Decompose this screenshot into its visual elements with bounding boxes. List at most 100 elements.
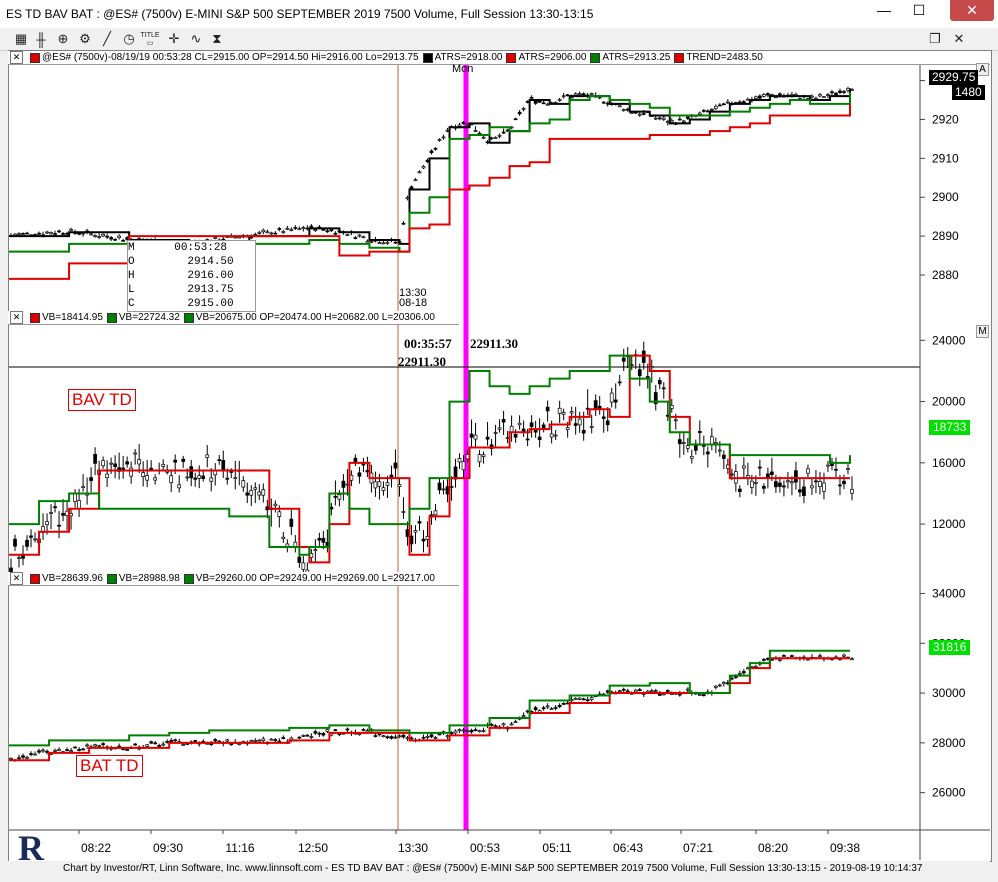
candle-body bbox=[265, 231, 270, 234]
candle-body bbox=[257, 491, 262, 496]
volume-badge: 1480 bbox=[952, 85, 985, 100]
candle-body bbox=[377, 481, 382, 487]
candle-body bbox=[257, 232, 262, 234]
candle-body bbox=[289, 518, 294, 527]
candle-body bbox=[253, 739, 258, 742]
candle-body bbox=[497, 427, 502, 430]
candle-body bbox=[169, 475, 174, 484]
candle-body bbox=[385, 736, 390, 739]
x-tick-label: 09:38 bbox=[830, 841, 860, 855]
candle-body bbox=[345, 728, 350, 731]
candle-body bbox=[369, 241, 374, 243]
mid-panel-corner-label[interactable]: M bbox=[976, 325, 989, 338]
candle-body bbox=[533, 100, 538, 104]
ohlc-val-time: 00:53:28 bbox=[174, 242, 228, 254]
mid-panel-close-icon[interactable]: ✕ bbox=[10, 311, 23, 324]
y-tick-label: 30000 bbox=[932, 686, 966, 700]
candle-body bbox=[417, 171, 422, 174]
candle-body bbox=[569, 411, 574, 414]
candle-body bbox=[529, 96, 534, 99]
candle-body bbox=[373, 735, 378, 737]
ohlc-key-l: L bbox=[128, 284, 135, 296]
candle-body bbox=[17, 233, 21, 235]
candle-body bbox=[325, 729, 330, 732]
candle-body bbox=[513, 433, 518, 438]
candle-body bbox=[433, 737, 438, 739]
candle-body bbox=[758, 95, 762, 99]
x-tick-label: 08:20 bbox=[758, 841, 788, 855]
candle-body bbox=[537, 436, 542, 441]
candle-body bbox=[161, 463, 166, 467]
candle-body bbox=[645, 376, 650, 378]
series-line-vb-28988-98 bbox=[9, 649, 850, 747]
candle-body bbox=[213, 739, 218, 742]
candle-body bbox=[625, 690, 630, 693]
candle-body bbox=[173, 739, 178, 742]
candle-body bbox=[393, 736, 398, 739]
candle-body bbox=[201, 475, 206, 480]
candle-body bbox=[101, 460, 105, 467]
candle-body bbox=[321, 229, 326, 231]
candle-body bbox=[17, 557, 21, 559]
candle-body bbox=[481, 136, 486, 139]
bot-panel-close-icon[interactable]: ✕ bbox=[10, 572, 23, 585]
candle-body bbox=[381, 242, 386, 245]
top-panel-close-icon[interactable]: ✕ bbox=[10, 51, 23, 64]
candle-body bbox=[137, 459, 142, 465]
session-date-label: 08-18 bbox=[399, 297, 428, 309]
ohlc-key-c: C bbox=[128, 298, 135, 310]
y-tick-label: 26000 bbox=[932, 786, 966, 800]
candle-body bbox=[313, 549, 318, 551]
candle-body bbox=[617, 690, 622, 693]
candle-body bbox=[717, 684, 722, 687]
mid-legend-3: VB=20675.00 OP=20474.00 H=20682.00 L=203… bbox=[195, 312, 435, 323]
candle-body bbox=[85, 744, 89, 747]
candle-body bbox=[77, 749, 81, 751]
candle-body bbox=[161, 743, 166, 746]
series-line-atrs-2918-00 bbox=[9, 88, 851, 245]
candle-body bbox=[333, 496, 338, 498]
candle-body bbox=[685, 116, 690, 119]
mid-legend-swatch-2 bbox=[106, 312, 117, 323]
candle-body bbox=[485, 436, 490, 440]
candle-body bbox=[205, 454, 210, 458]
candle-body bbox=[105, 473, 109, 478]
crosshair-value-left: 22911.30 bbox=[398, 354, 447, 369]
legend-atrs-black: ATRS=2918.00 bbox=[434, 52, 503, 63]
candle-body bbox=[33, 538, 37, 541]
candle-body bbox=[237, 236, 242, 239]
candle-body bbox=[681, 120, 686, 123]
candle-body bbox=[838, 484, 842, 487]
candle-body bbox=[125, 749, 129, 751]
bav-td-label: BAV TD bbox=[68, 389, 136, 411]
candle-body bbox=[181, 458, 186, 462]
candle-body bbox=[834, 468, 838, 471]
candle-body bbox=[21, 233, 25, 235]
candle-body bbox=[493, 137, 498, 139]
candle-body bbox=[145, 744, 150, 747]
candle-body bbox=[397, 484, 402, 487]
candle-body bbox=[361, 463, 366, 466]
bot-legend-swatch-2 bbox=[106, 573, 117, 584]
candle-body bbox=[193, 740, 198, 742]
candle-body bbox=[317, 732, 322, 735]
candle-body bbox=[93, 235, 97, 237]
candle-body bbox=[557, 407, 562, 414]
candle-body bbox=[377, 733, 382, 736]
candle-body bbox=[97, 745, 101, 747]
candle-body bbox=[589, 426, 594, 428]
candle-body bbox=[321, 733, 326, 736]
candle-body bbox=[89, 477, 93, 481]
candle-body bbox=[697, 431, 702, 434]
candle-body bbox=[613, 399, 618, 403]
candle-body bbox=[33, 753, 37, 756]
candle-body bbox=[453, 730, 458, 734]
candle-body bbox=[521, 715, 526, 717]
candle-body bbox=[501, 131, 506, 134]
candle-body bbox=[9, 757, 13, 760]
candle-body bbox=[153, 742, 158, 745]
candle-body bbox=[57, 524, 61, 527]
ohlc-row-low: L 2913.75 bbox=[128, 283, 255, 297]
mid-legend-swatch-3 bbox=[183, 312, 194, 323]
y-tick-label: 24000 bbox=[932, 333, 966, 347]
